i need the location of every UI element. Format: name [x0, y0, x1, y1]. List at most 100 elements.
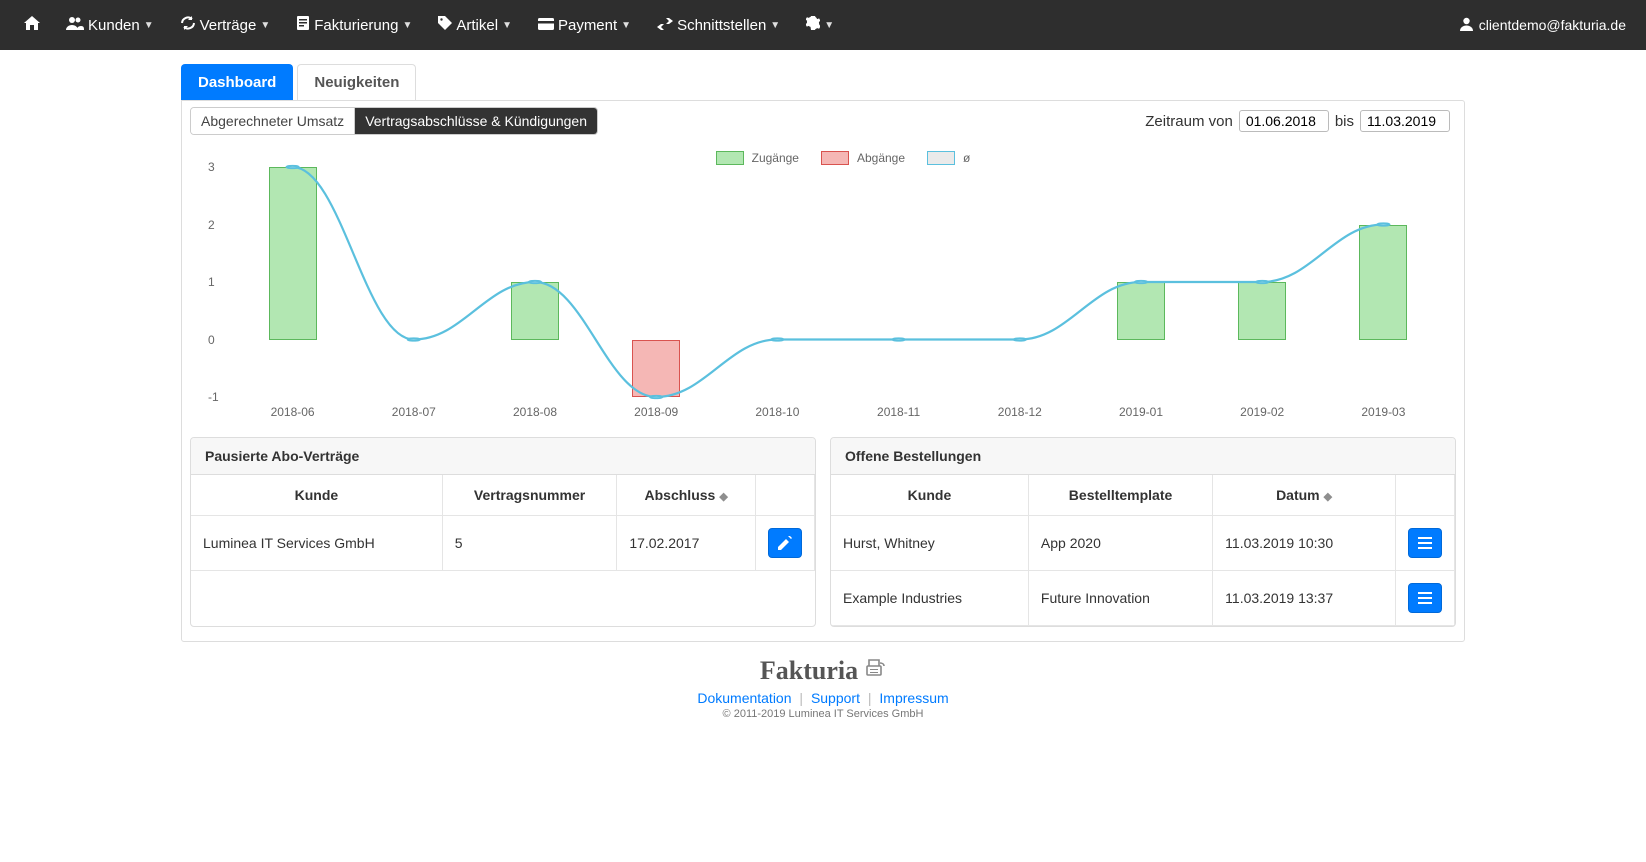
x-tick-label: 2018-10	[755, 405, 799, 419]
col-abschluss[interactable]: Abschluss◆	[617, 475, 756, 516]
chart-tab-vertrag[interactable]: Vertragsabschlüsse & Kündigungen	[354, 108, 597, 134]
chart-tab-umsatz[interactable]: Abgerechneter Umsatz	[191, 108, 354, 134]
sort-icon: ◆	[1324, 491, 1332, 503]
open-orders-table: Kunde Bestelltemplate Datum◆ Hurst, Whit…	[831, 475, 1455, 626]
invoice-icon	[296, 16, 310, 34]
date-to-label: bis	[1335, 113, 1354, 130]
credit-card-icon	[538, 17, 554, 34]
nav-fakturierung[interactable]: Fakturierung ▼	[284, 2, 424, 48]
col-kunde[interactable]: Kunde	[191, 475, 442, 516]
footer-impressum-link[interactable]: Impressum	[879, 690, 948, 706]
nav-vertraege[interactable]: Verträge ▼	[168, 2, 283, 48]
nav-payment[interactable]: Payment ▼	[526, 3, 643, 48]
x-tick-label: 2019-01	[1119, 405, 1163, 419]
y-tick-label: 0	[208, 333, 215, 347]
cell-datum: 11.03.2019 13:37	[1213, 571, 1396, 626]
nav-kunden[interactable]: Kunden ▼	[54, 2, 166, 48]
tab-dashboard[interactable]: Dashboard	[181, 64, 293, 100]
col-actions	[756, 475, 815, 516]
cell-template: App 2020	[1028, 516, 1212, 571]
swatch-icon	[821, 151, 849, 165]
y-tick-label: 1	[208, 275, 215, 289]
chevron-down-icon: ▼	[502, 20, 512, 31]
user-icon	[1460, 17, 1473, 34]
table-row: Luminea IT Services GmbH517.02.2017	[191, 516, 815, 571]
nav-label: Artikel	[456, 17, 498, 34]
x-tick-label: 2019-02	[1240, 405, 1284, 419]
col-datum[interactable]: Datum◆	[1213, 475, 1396, 516]
nav-settings[interactable]: ▼	[794, 2, 846, 48]
date-range: Zeitraum von bis	[1145, 110, 1456, 132]
legend-avg[interactable]: ø	[927, 151, 970, 165]
col-kunde[interactable]: Kunde	[831, 475, 1028, 516]
x-tick-label: 2018-08	[513, 405, 557, 419]
paused-table: Kunde Vertragsnummer Abschluss◆ Luminea …	[191, 475, 815, 571]
table-row: Example IndustriesFuture Innovation11.03…	[831, 571, 1455, 626]
swatch-icon	[716, 151, 744, 165]
nav-artikel[interactable]: Artikel ▼	[426, 2, 524, 48]
user-email: clientdemo@fakturia.de	[1479, 17, 1626, 33]
date-to-input[interactable]	[1360, 110, 1450, 132]
nav-home[interactable]	[12, 2, 52, 48]
nav-label: Payment	[558, 17, 617, 34]
date-from-label: Zeitraum von	[1145, 113, 1233, 130]
copyright: © 2011-2019 Luminea IT Services GmbH	[181, 708, 1465, 720]
col-vertrag[interactable]: Vertragsnummer	[442, 475, 617, 516]
contracts-chart: Zugänge Abgänge ø -1 0 1 2 3 2018-06 2018-07 20…	[190, 143, 1456, 423]
nav-label: Schnittstellen	[677, 17, 766, 34]
cell-kunde: Hurst, Whitney	[831, 516, 1028, 571]
cell-kunde: Example Industries	[831, 571, 1028, 626]
chevron-down-icon: ▼	[402, 20, 412, 31]
cell-kunde: Luminea IT Services GmbH	[191, 516, 442, 571]
x-tick-label: 2019-03	[1361, 405, 1405, 419]
table-row: Hurst, WhitneyApp 202011.03.2019 10:30	[831, 516, 1455, 571]
edit-button[interactable]	[768, 528, 802, 558]
x-tick-label: 2018-09	[634, 405, 678, 419]
swatch-icon	[927, 151, 955, 165]
chevron-down-icon: ▼	[144, 20, 154, 31]
chart-tabs: Abgerechneter Umsatz Vertragsabschlüsse …	[190, 107, 598, 135]
chevron-down-icon: ▼	[260, 20, 270, 31]
legend-abgange[interactable]: Abgänge	[821, 151, 905, 165]
open-orders-card: Offene Bestellungen Kunde Bestelltemplat…	[830, 437, 1456, 627]
paused-subscriptions-card: Pausierte Abo-Verträge Kunde Vertragsnum…	[190, 437, 816, 627]
footer-docs-link[interactable]: Dokumentation	[697, 690, 791, 706]
cell-vertrag: 5	[442, 516, 617, 571]
transfer-icon	[657, 17, 673, 34]
col-actions	[1396, 475, 1455, 516]
x-tick-label: 2018-06	[271, 405, 315, 419]
brand-logo: Fakturia	[760, 656, 886, 686]
nav-schnittstellen[interactable]: Schnittstellen ▼	[645, 3, 792, 48]
nav-label: Verträge	[200, 17, 257, 34]
cell-abschluss: 17.02.2017	[617, 516, 756, 571]
chevron-down-icon: ▼	[770, 20, 780, 31]
y-tick-label: 2	[208, 218, 215, 232]
dashboard-panel: Abgerechneter Umsatz Vertragsabschlüsse …	[181, 100, 1465, 642]
y-tick-label: -1	[208, 390, 219, 404]
top-nav: Kunden ▼ Verträge ▼ Fakturierung ▼ Artik…	[0, 0, 1646, 50]
tab-neuigkeiten[interactable]: Neuigkeiten	[297, 64, 416, 100]
printer-icon	[862, 656, 886, 686]
chevron-down-icon: ▼	[824, 20, 834, 31]
cell-template: Future Innovation	[1028, 571, 1212, 626]
user-menu[interactable]: clientdemo@fakturia.de	[1460, 17, 1634, 34]
refresh-icon	[180, 16, 196, 34]
y-tick-label: 3	[208, 160, 215, 174]
x-tick-label: 2018-11	[877, 405, 920, 419]
home-icon	[24, 16, 40, 34]
card-title: Offene Bestellungen	[831, 438, 1455, 475]
gear-icon	[806, 16, 820, 34]
chevron-down-icon: ▼	[621, 20, 631, 31]
x-tick-label: 2018-12	[998, 405, 1042, 419]
sort-icon: ◆	[719, 491, 727, 503]
tag-icon	[438, 16, 452, 34]
x-tick-label: 2018-07	[392, 405, 436, 419]
footer-support-link[interactable]: Support	[811, 690, 860, 706]
col-template[interactable]: Bestelltemplate	[1028, 475, 1212, 516]
main-tabs: Dashboard Neuigkeiten	[181, 64, 1465, 100]
legend-zugange[interactable]: Zugänge	[716, 151, 799, 165]
details-button[interactable]	[1408, 528, 1442, 558]
details-button[interactable]	[1408, 583, 1442, 613]
card-title: Pausierte Abo-Verträge	[191, 438, 815, 475]
date-from-input[interactable]	[1239, 110, 1329, 132]
